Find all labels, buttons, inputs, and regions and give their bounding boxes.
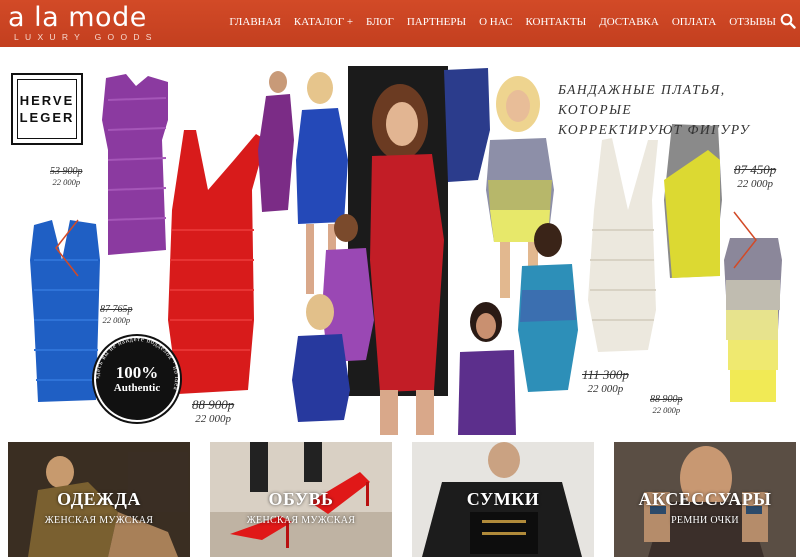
- new-price: 22 000р: [102, 315, 131, 325]
- price-tag: 88 900р 22 000р: [192, 397, 234, 425]
- category-title: СУМКИ: [466, 489, 540, 509]
- category-accessories[interactable]: АКСЕССУАРЫ РЕМНИ ОЧКИ: [614, 442, 796, 557]
- old-price: 88 900р: [192, 397, 235, 412]
- nav-item-blog[interactable]: БЛОГ: [366, 16, 394, 28]
- category-tiles: ОДЕЖДА ЖЕНСКАЯ МУЖСКАЯ ОБУВЬ ЖЕНСКАЯ МУЖ…: [8, 442, 796, 557]
- new-price: 22 000р: [587, 383, 624, 395]
- category-bags[interactable]: СУМКИ: [412, 442, 594, 557]
- nav-item-home[interactable]: ГЛАВНАЯ: [229, 16, 281, 28]
- model-navy-top-image: [444, 68, 490, 182]
- model-red-dress-image: [370, 154, 444, 392]
- dress-red-image: [168, 130, 266, 394]
- category-shoes[interactable]: ОБУВЬ ЖЕНСКАЯ МУЖСКАЯ: [210, 442, 392, 557]
- old-price: 53 900р: [50, 166, 83, 177]
- dress-purple-image: [102, 74, 168, 255]
- model-violet-dress-image: [458, 350, 516, 435]
- new-price: 22 000р: [737, 178, 773, 190]
- model-navy-dress-image: [292, 334, 350, 422]
- hero-banner[interactable]: HERVE LEGER БАНДАЖНЫЕ ПЛАТЬЯ, КОТОРЫЕ КО…: [8, 60, 792, 435]
- banner-headline-line2: КОРРЕКТИРУЮТ ФИГУРУ: [558, 122, 751, 137]
- old-price: 88 900р: [650, 394, 683, 405]
- old-price: 87 450р: [734, 162, 777, 177]
- badge-arc-text: здесь вы не найдете подделок · по idea: [94, 336, 180, 391]
- nav-item-about[interactable]: О НАС: [479, 16, 512, 28]
- chevron-left-icon[interactable]: [52, 218, 82, 278]
- price-tag: 111 300р 22 000р: [582, 367, 629, 395]
- new-price: 22 000р: [652, 405, 681, 415]
- model-purple-gown-image: [258, 94, 294, 212]
- nav-item-contacts[interactable]: КОНТАКТЫ: [525, 16, 586, 28]
- nav-item-payment[interactable]: ОПЛАТА: [672, 16, 716, 28]
- nav-item-delivery[interactable]: ДОСТАВКА: [599, 16, 659, 28]
- site-header: a la mode LUXURY GOODS ГЛАВНАЯ КАТАЛОГ +…: [0, 0, 800, 47]
- search-icon[interactable]: [780, 13, 796, 29]
- new-price: 22 000р: [195, 413, 231, 425]
- price-tag: 88 900р 22 000р: [650, 394, 683, 415]
- logo-tagline: LUXURY GOODS: [14, 32, 158, 42]
- herve-leger-logo: HERVE LEGER: [11, 73, 83, 145]
- logo-wordmark: a la mode: [8, 2, 147, 33]
- site-logo[interactable]: a la mode LUXURY GOODS: [8, 2, 158, 43]
- category-clothing[interactable]: ОДЕЖДА ЖЕНСКАЯ МУЖСКАЯ: [8, 442, 190, 557]
- price-tag: 87 765р 22 000р: [100, 304, 133, 325]
- model-blue-dress-image: [296, 108, 348, 224]
- category-title: АКСЕССУАРЫ: [638, 489, 772, 509]
- old-price: 87 765р: [100, 304, 133, 315]
- banner-headline: БАНДАЖНЫЕ ПЛАТЬЯ, КОТОРЫЕ КОРРЕКТИРУЮТ Ф…: [558, 80, 788, 140]
- svg-text:здесь вы не найдете подделок ·: здесь вы не найдете подделок · по idea: [94, 336, 180, 391]
- badge-arc-textpath: здесь вы не найдете подделок · по idea: [94, 336, 179, 391]
- nav-item-partners[interactable]: ПАРТНЕРЫ: [407, 16, 466, 28]
- old-price: 111 300р: [582, 367, 629, 382]
- model-teal-dress-image: [518, 264, 578, 392]
- category-title: ОБУВЬ: [268, 489, 334, 509]
- nav-item-reviews[interactable]: ОТЗЫВЫ: [729, 16, 776, 28]
- brand-logo-line1: HERVE: [19, 93, 75, 108]
- category-subtitle: ЖЕНСКАЯ МУЖСКАЯ: [44, 515, 154, 526]
- category-subtitle: ЖЕНСКАЯ МУЖСКАЯ: [246, 515, 356, 526]
- nav-item-catalog[interactable]: КАТАЛОГ +: [294, 16, 353, 28]
- price-tag: 87 450р 22 000р: [734, 162, 776, 190]
- main-nav: ГЛАВНАЯ КАТАЛОГ + БЛОГ ПАРТНЕРЫ О НАС КО…: [216, 16, 776, 28]
- new-price: 22 000р: [52, 177, 81, 187]
- chevron-right-icon[interactable]: [730, 210, 760, 270]
- price-tag: 53 900р 22 000р: [50, 166, 83, 187]
- category-subtitle: РЕМНИ ОЧКИ: [671, 515, 739, 526]
- category-title: ОДЕЖДА: [57, 489, 141, 509]
- brand-logo-line2: LEGER: [19, 110, 75, 125]
- banner-headline-line1: БАНДАЖНЫЕ ПЛАТЬЯ, КОТОРЫЕ: [558, 82, 726, 117]
